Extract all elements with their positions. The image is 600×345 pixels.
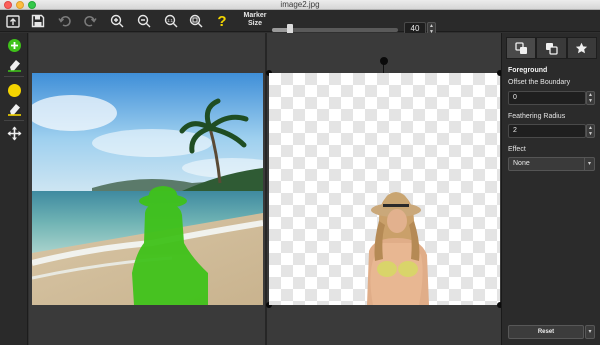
save-button[interactable]	[29, 12, 47, 30]
zoom-actual-icon: 1:1	[164, 14, 178, 28]
properties-panel: Foreground Offset the Boundary 0 ▲ ▼ Feat…	[501, 33, 600, 345]
section-title-foreground: Foreground	[508, 67, 548, 74]
zoom-in-button[interactable]	[108, 12, 126, 30]
zoom-in-icon	[110, 14, 124, 28]
open-icon	[6, 15, 20, 28]
move-tool[interactable]	[5, 124, 23, 142]
add-foreground-icon	[7, 38, 21, 52]
redo-icon	[84, 16, 97, 27]
feathering-radius-stepper[interactable]: ▲ ▼	[586, 124, 595, 138]
tool-separator	[4, 120, 24, 121]
eraser-icon	[7, 59, 21, 72]
redo-button[interactable]	[81, 12, 99, 30]
zoom-fit-icon	[189, 14, 203, 28]
favorites-tab-icon	[576, 42, 588, 53]
offset-boundary-stepper[interactable]: ▲ ▼	[586, 91, 595, 105]
move-icon	[7, 126, 21, 140]
beach-photo-image	[32, 73, 263, 305]
rotation-handle[interactable]	[380, 57, 388, 65]
svg-text:1:1: 1:1	[167, 18, 173, 23]
undo-icon	[58, 16, 71, 27]
feathering-radius-input[interactable]: 2	[508, 124, 586, 138]
undo-button[interactable]	[56, 12, 74, 30]
left-tool-column	[0, 33, 28, 345]
zoom-out-button[interactable]	[135, 12, 153, 30]
split-divider[interactable]	[265, 33, 267, 345]
app-window: image2.jpg 1:1 ? Marker Size 40 ▲ ▼ Fore…	[0, 0, 600, 345]
chevron-down-icon: ▾	[584, 158, 594, 170]
source-photo[interactable]	[32, 73, 263, 305]
foreground-marker-tool[interactable]	[5, 36, 23, 54]
main-toolbar: 1:1 ? Marker Size 40 ▲ ▼	[0, 10, 600, 36]
tab-favorites[interactable]	[566, 37, 597, 59]
reset-menu-button[interactable]: ▾	[585, 325, 595, 339]
tab-background[interactable]	[536, 37, 567, 59]
cutout-woman-image	[367, 192, 429, 305]
background-eraser-tool[interactable]	[5, 99, 23, 117]
window-title: image2.jpg	[280, 0, 320, 9]
foreground-eraser-tool[interactable]	[5, 55, 23, 73]
title-bar: image2.jpg	[0, 0, 600, 10]
effect-select-value: None	[513, 160, 530, 167]
offset-boundary-input[interactable]: 0	[508, 91, 586, 105]
effect-label: Effect	[508, 146, 526, 153]
zoom-actual-button[interactable]: 1:1	[162, 12, 180, 30]
marker-size-label: Marker Size	[243, 12, 267, 27]
zoom-out-icon	[137, 14, 151, 28]
zoom-fit-button[interactable]	[187, 12, 205, 30]
tab-foreground[interactable]	[506, 37, 537, 59]
panel-tabs	[506, 37, 597, 59]
tool-separator	[4, 76, 24, 77]
cutout-preview[interactable]	[269, 73, 500, 305]
background-marker-icon	[7, 83, 21, 97]
effect-select[interactable]: None ▾	[508, 157, 595, 171]
marker-size-slider[interactable]	[272, 24, 398, 36]
feathering-radius-label: Feathering Radius	[508, 113, 566, 120]
save-icon	[31, 14, 45, 28]
background-eraser-icon	[7, 103, 21, 116]
open-button[interactable]	[4, 12, 22, 30]
reset-button[interactable]: Reset	[508, 325, 584, 339]
background-tab-icon	[545, 42, 558, 55]
foreground-tab-icon	[515, 41, 527, 54]
offset-boundary-label: Offset the Boundary	[508, 79, 571, 86]
help-icon: ?	[217, 12, 227, 30]
help-button[interactable]: ?	[213, 12, 231, 30]
background-marker-tool[interactable]	[5, 81, 23, 99]
